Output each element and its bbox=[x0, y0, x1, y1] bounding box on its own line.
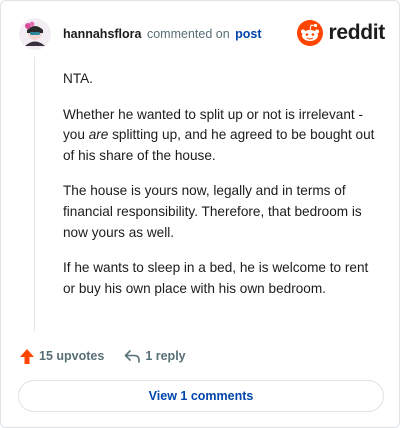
comment-paragraph: Whether he wanted to split up or not is … bbox=[63, 105, 381, 167]
view-comments-button[interactable]: View 1 comments bbox=[18, 380, 384, 412]
comment-text: splitting up, and he agreed to be bought… bbox=[63, 127, 375, 163]
comment-meta: hannahsflora commented on post bbox=[63, 27, 262, 41]
comment-card: hannahsflora commented on post reddit NT… bbox=[0, 0, 400, 428]
comment-header: hannahsflora commented on post reddit bbox=[19, 15, 385, 55]
reply-count: 1 reply bbox=[145, 349, 186, 363]
comment-emphasis: are bbox=[88, 127, 109, 143]
comment-actions: 15 upvotes 1 reply bbox=[19, 345, 186, 367]
reddit-brand[interactable]: reddit bbox=[297, 19, 385, 47]
post-link[interactable]: post bbox=[235, 27, 261, 41]
reply-arrow-icon bbox=[125, 349, 141, 363]
avatar-icon[interactable] bbox=[19, 18, 51, 50]
comment-paragraph: NTA. bbox=[63, 69, 381, 90]
reply-button[interactable]: 1 reply bbox=[124, 349, 186, 364]
comment-text: If he wants to sleep in a bed, he is wel… bbox=[63, 260, 369, 296]
comment-body: NTA. Whether he wanted to split up or no… bbox=[63, 69, 381, 314]
comment-paragraph: If he wants to sleep in a bed, he is wel… bbox=[63, 258, 381, 299]
brand-wordmark: reddit bbox=[328, 21, 385, 44]
upvote-button[interactable]: 15 upvotes bbox=[19, 348, 104, 365]
comment-text: NTA. bbox=[63, 71, 93, 86]
author-name[interactable]: hannahsflora bbox=[63, 27, 142, 41]
comment-text: The house is yours now, legally and in t… bbox=[63, 183, 362, 240]
upvote-arrow-icon bbox=[20, 348, 34, 364]
action-text: commented on bbox=[146, 27, 230, 41]
thread-line bbox=[34, 57, 35, 331]
reddit-alien-icon bbox=[297, 20, 324, 46]
upvote-count: 15 upvotes bbox=[39, 349, 105, 363]
comment-paragraph: The house is yours now, legally and in t… bbox=[63, 181, 381, 243]
